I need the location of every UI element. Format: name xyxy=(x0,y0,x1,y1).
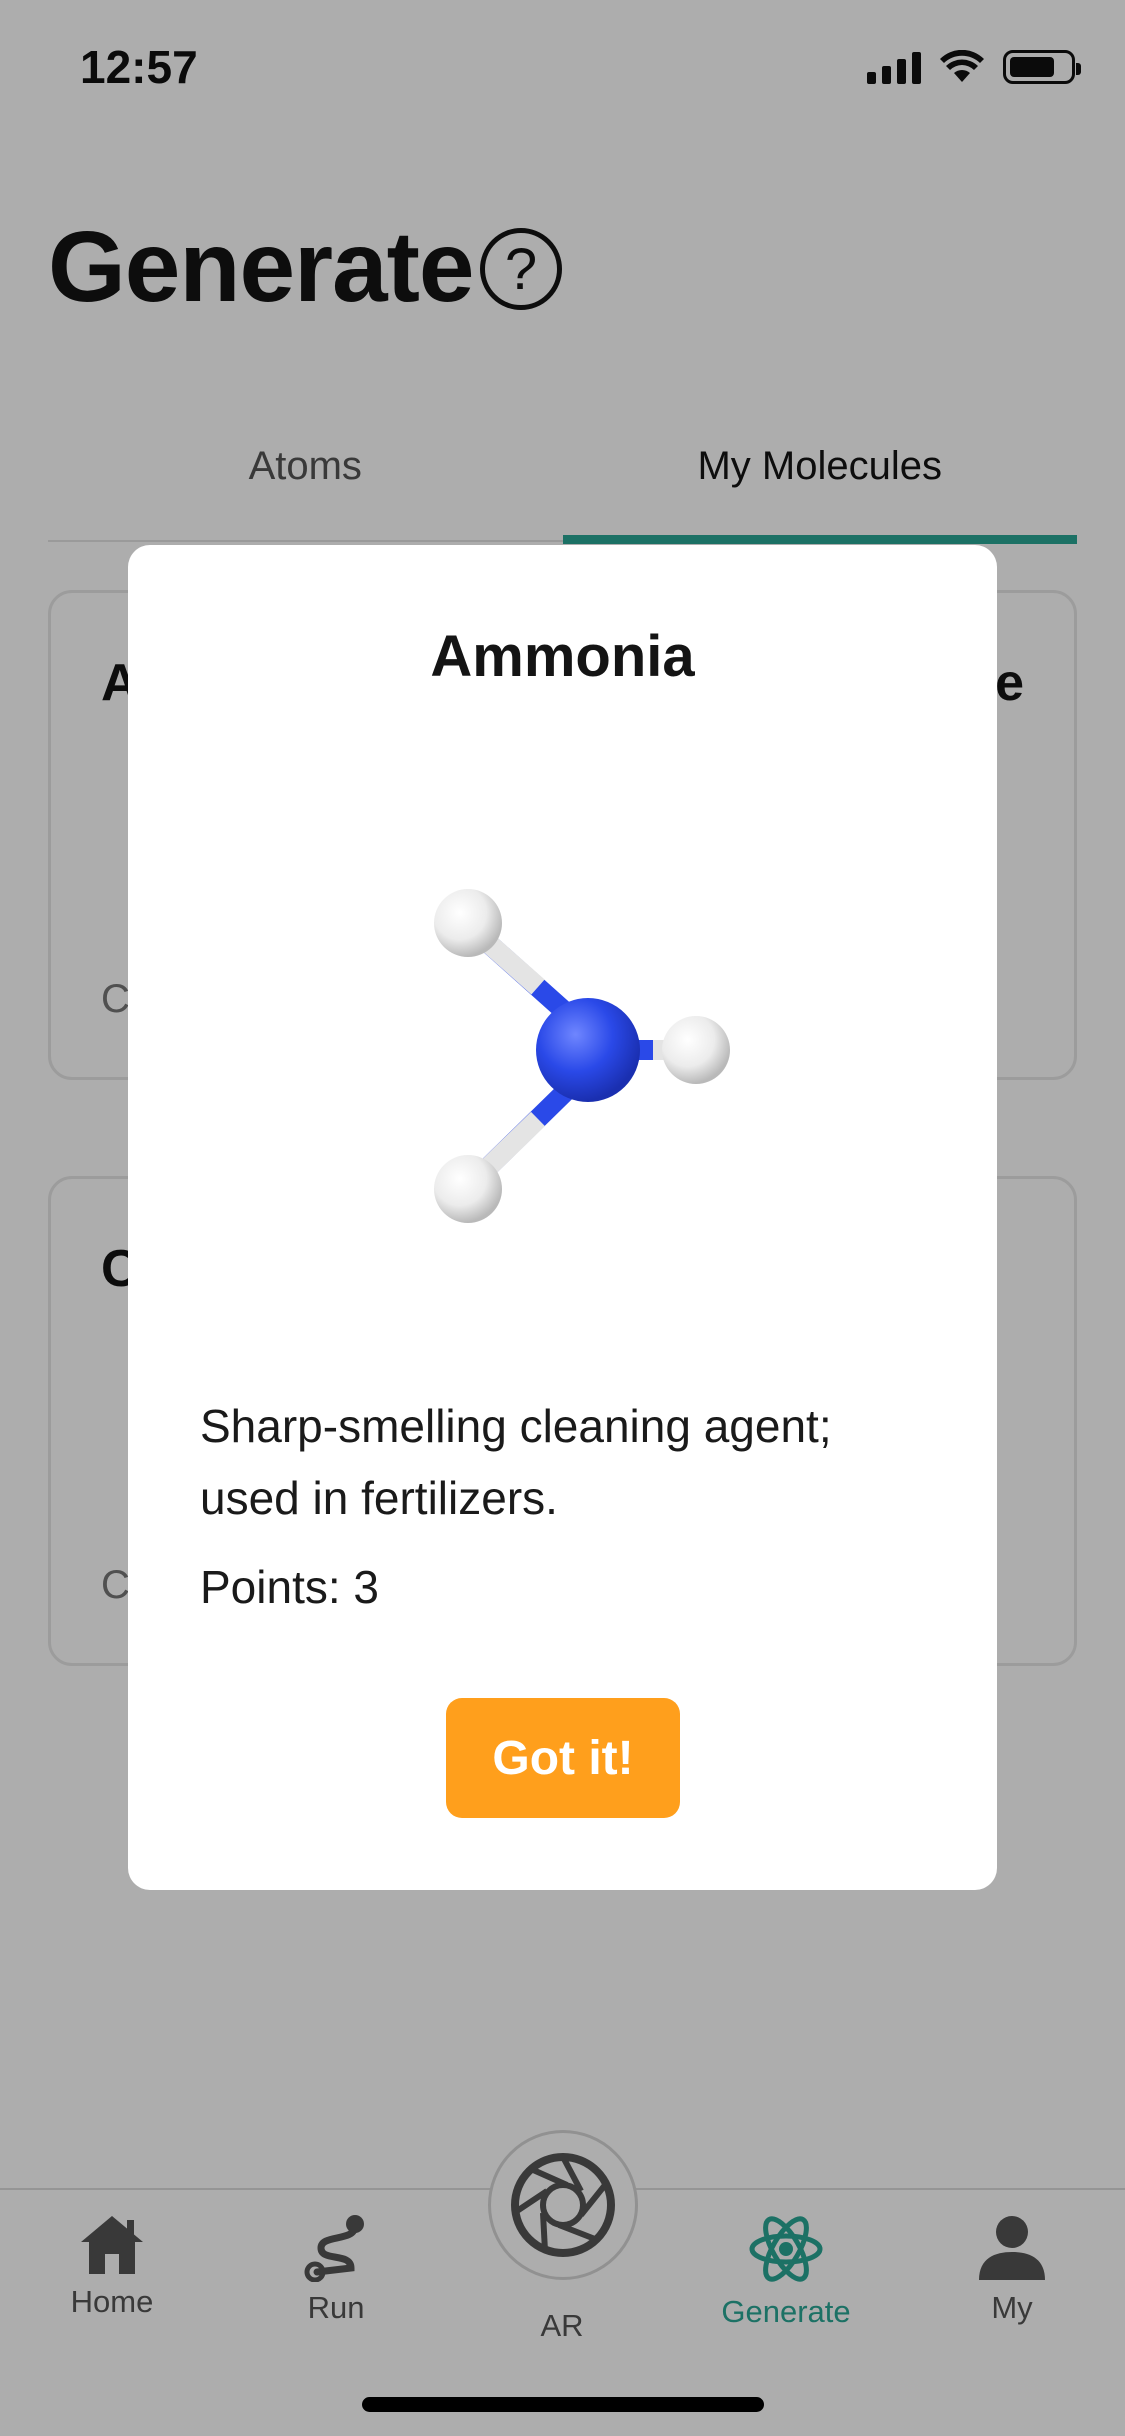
got-it-button[interactable]: Got it! xyxy=(446,1698,680,1818)
molecule-modal: Ammonia Sharp-smelling cleaning agent; u… xyxy=(128,545,997,1890)
screen: 12:57 Generate ? Atoms My Molecules A e … xyxy=(0,0,1125,2436)
modal-description: Sharp-smelling cleaning agent; used in f… xyxy=(200,1400,832,1524)
ammonia-molecule-model xyxy=(434,889,730,1223)
modal-title: Ammonia xyxy=(430,624,695,689)
modal-points: Points: 3 xyxy=(200,1561,379,1613)
